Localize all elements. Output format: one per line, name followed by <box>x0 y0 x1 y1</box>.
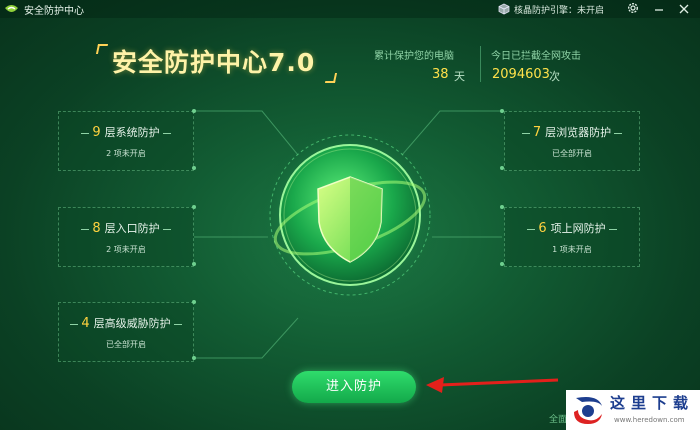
panel-network-status: 1 项未开启 <box>552 245 592 254</box>
panel-threat-protection[interactable]: 4 层高级威胁防护 已全部开启 <box>58 302 194 362</box>
panel-browser-status: 已全部开启 <box>552 149 592 158</box>
bottom-partial-text: 全面 <box>549 415 568 425</box>
watermark-title: 这里下载 <box>610 394 695 412</box>
connector-dot <box>192 356 196 360</box>
watermark-emblem-icon <box>574 397 602 424</box>
connector-dot <box>500 109 504 113</box>
enter-protection-button[interactable]: 进入防护 <box>292 371 416 403</box>
panel-entry-title: 8 层入口防护 <box>59 220 193 236</box>
panel-threat-status: 已全部开启 <box>106 340 146 349</box>
connector-dot <box>192 262 196 266</box>
watermark-logo: 这里下载 www.heredown.com <box>566 390 700 430</box>
connector-dot <box>192 205 196 209</box>
panel-network-title: 6 项上网防护 <box>505 220 639 236</box>
arrow-annotation-icon <box>426 377 559 393</box>
panel-browser-protection[interactable]: 7 层浏览器防护 已全部开启 <box>504 111 640 171</box>
connector-dot <box>500 166 504 170</box>
shield-core-graphic <box>258 123 442 307</box>
panel-entry-status: 2 项未开启 <box>106 245 146 254</box>
connector-dot <box>192 300 196 304</box>
panel-browser-title: 7 层浏览器防护 <box>505 124 639 140</box>
panel-system-protection[interactable]: 9 层系统防护 2 项未开启 <box>58 111 194 171</box>
connector-dot <box>500 262 504 266</box>
security-center-window: 安全防护中心 核晶防护引擎：未开启 安全防护中心7.0 累计保护您的电脑 38 … <box>0 0 700 430</box>
connector-dot <box>192 109 196 113</box>
panel-entry-protection[interactable]: 8 层入口防护 2 项未开启 <box>58 207 194 267</box>
connector-dot <box>500 205 504 209</box>
panel-threat-title: 4 层高级威胁防护 <box>59 315 193 331</box>
panel-system-status: 2 项未开启 <box>106 149 146 158</box>
panel-network-protection[interactable]: 6 项上网防护 1 项未开启 <box>504 207 640 267</box>
watermark-url: www.heredown.com <box>614 416 685 424</box>
connector-dot <box>192 166 196 170</box>
panel-system-title: 9 层系统防护 <box>59 124 193 140</box>
